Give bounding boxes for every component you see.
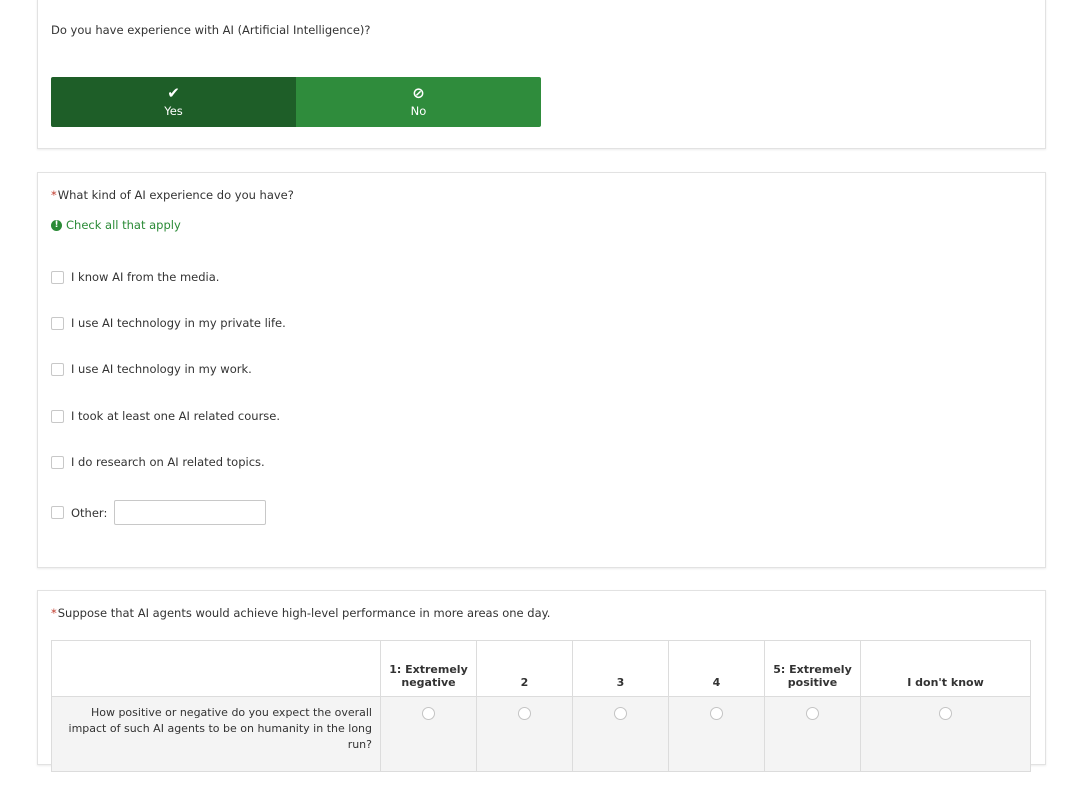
- no-button[interactable]: ⊘ No: [296, 77, 541, 127]
- matrix-cell: [860, 696, 1031, 772]
- question-text: *Suppose that AI agents would achieve hi…: [51, 606, 550, 620]
- checkbox[interactable]: [51, 316, 64, 330]
- option-course[interactable]: I took at least one AI related course.: [51, 409, 280, 423]
- question-panel-ai-experience-kind: *What kind of AI experience do you have?…: [37, 172, 1046, 568]
- check-icon: ✔: [167, 84, 180, 102]
- option-research[interactable]: I do research on AI related topics.: [51, 455, 265, 469]
- option-label: I took at least one AI related course.: [71, 409, 281, 423]
- yes-button[interactable]: ✔ Yes: [51, 77, 296, 127]
- required-mark: *: [51, 188, 57, 202]
- checkbox[interactable]: [51, 455, 64, 469]
- matrix-cell: [764, 696, 861, 772]
- hint-text: Check all that apply: [66, 218, 181, 232]
- table-row: How positive or negative do you expect t…: [51, 696, 1031, 772]
- column-header: 3: [572, 640, 669, 697]
- question-label: Suppose that AI agents would achieve hig…: [57, 606, 551, 620]
- checkbox[interactable]: [51, 506, 64, 519]
- row-question: How positive or negative do you expect t…: [51, 696, 381, 772]
- option-other[interactable]: Other:: [51, 500, 267, 525]
- matrix-header-empty: [51, 640, 381, 697]
- radio-option-3[interactable]: [614, 707, 627, 720]
- question-text: *What kind of AI experience do you have?: [51, 188, 294, 202]
- column-header: 2: [476, 640, 573, 697]
- option-media[interactable]: I know AI from the media.: [51, 270, 219, 284]
- radio-option-1[interactable]: [422, 707, 435, 720]
- question-text: Do you have experience with AI (Artifici…: [51, 23, 371, 37]
- yes-no-toggle: ✔ Yes ⊘ No: [51, 77, 541, 127]
- required-mark: *: [51, 606, 57, 620]
- checkbox[interactable]: [51, 270, 64, 284]
- option-label: I use AI technology in my private life.: [71, 316, 286, 330]
- matrix-header-row: 1: Extremely negative 2 3 4 5: Extremely…: [51, 640, 1031, 697]
- question-label: What kind of AI experience do you have?: [57, 188, 294, 202]
- radio-option-2[interactable]: [518, 707, 531, 720]
- matrix-cell: [572, 696, 669, 772]
- column-header: 1: Extremely negative: [380, 640, 477, 697]
- info-icon: !: [51, 219, 62, 231]
- no-label: No: [410, 104, 427, 118]
- option-label: I use AI technology in my work.: [71, 362, 252, 376]
- matrix-cell: [476, 696, 573, 772]
- yes-label: Yes: [164, 104, 183, 118]
- radio-option-5[interactable]: [806, 707, 819, 720]
- option-private-life[interactable]: I use AI technology in my private life.: [51, 316, 286, 330]
- radio-option-4[interactable]: [710, 707, 723, 720]
- ban-icon: ⊘: [412, 84, 425, 102]
- question-panel-ai-experience: Do you have experience with AI (Artifici…: [37, 0, 1046, 149]
- option-label: I do research on AI related topics.: [71, 455, 265, 469]
- column-header: I don't know: [860, 640, 1031, 697]
- checkbox[interactable]: [51, 409, 64, 423]
- matrix-cell: [380, 696, 477, 772]
- option-label: I know AI from the media.: [71, 270, 220, 284]
- checkbox[interactable]: [51, 362, 64, 376]
- question-panel-ai-impact: *Suppose that AI agents would achieve hi…: [37, 590, 1046, 772]
- hint: ! Check all that apply: [51, 218, 181, 232]
- column-header: 5: Extremely positive: [764, 640, 861, 697]
- radio-option-dont-know[interactable]: [939, 707, 952, 720]
- other-input[interactable]: [114, 500, 267, 525]
- option-work[interactable]: I use AI technology in my work.: [51, 362, 252, 376]
- matrix-cell: [668, 696, 765, 772]
- column-header: 4: [668, 640, 765, 697]
- rating-matrix: 1: Extremely negative 2 3 4 5: Extremely…: [51, 640, 1031, 772]
- other-label: Other:: [71, 505, 108, 520]
